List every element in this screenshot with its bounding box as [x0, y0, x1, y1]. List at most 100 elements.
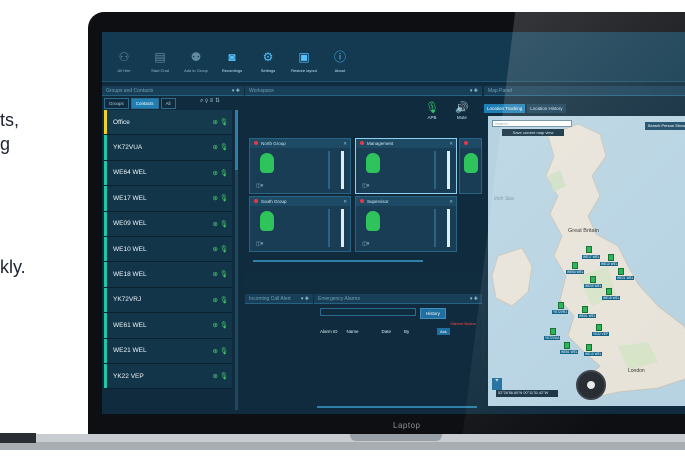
toolbar-button-start-chat[interactable]: ▤ Start Chat: [144, 50, 176, 73]
volume-slider[interactable]: [447, 209, 450, 247]
list-item[interactable]: WE09 WEL ⊕ 🎙: [104, 211, 232, 237]
volume-slider[interactable]: [447, 151, 450, 189]
talkgroup-tile[interactable]: Supervisor ✕ ◫▾: [355, 196, 457, 252]
list-item[interactable]: YK22 VEP ⊕ 🎙: [104, 363, 232, 390]
volume-slider[interactable]: [341, 151, 344, 189]
map-view[interactable]: Search Save current map view Search Pers…: [488, 116, 685, 406]
ack-button[interactable]: Ack: [437, 328, 450, 335]
talkgroup-tile[interactable]: South Group ✕ ◫▾: [249, 196, 351, 252]
mic-icon[interactable]: [464, 153, 478, 173]
status-bar: [104, 160, 107, 186]
map-navigation-control[interactable]: [576, 370, 606, 400]
vehicle-marker[interactable]: [586, 246, 592, 253]
list-item[interactable]: Office ⊕ 🎙: [104, 110, 232, 136]
tab-location-tracking[interactable]: Location Tracking: [484, 104, 526, 113]
locate-mic-icon[interactable]: ⊕ 🎙: [212, 169, 228, 177]
scrollbar-thumb[interactable]: [235, 110, 238, 170]
search-person-button[interactable]: Search Person Show Person: [644, 122, 685, 130]
volume-slider[interactable]: [341, 209, 344, 247]
tile-title: South Group: [261, 199, 287, 204]
list-item[interactable]: WE21 WEL ⊕ 🎙: [104, 338, 232, 364]
speaker-icon[interactable]: ◫▾: [362, 241, 369, 247]
panel-controls-icon[interactable]: ▾ ✚: [470, 294, 478, 304]
contact-name: WE18 WEL: [113, 271, 147, 279]
vehicle-marker[interactable]: [608, 254, 614, 261]
locate-mic-icon[interactable]: ⊕ 🎙: [212, 118, 228, 126]
vehicle-marker[interactable]: [586, 344, 592, 351]
mic-icon[interactable]: [260, 211, 274, 231]
locate-mic-icon[interactable]: ⊕ 🎙: [212, 321, 228, 329]
mic-icon[interactable]: [366, 153, 380, 173]
vehicle-marker[interactable]: [550, 328, 556, 335]
locate-mic-icon[interactable]: ⊕ 🎙: [212, 143, 228, 151]
tile-title: North Group: [261, 141, 286, 146]
locate-mic-icon[interactable]: ⊕ 🎙: [212, 296, 228, 304]
vehicle-marker[interactable]: [590, 276, 596, 283]
talkgroup-tile[interactable]: North Group ✕ ◫▾: [249, 138, 351, 194]
list-item[interactable]: YK72VUA ⊕ 🎙: [104, 135, 232, 161]
toolbar-button-settings[interactable]: ⚙ Settings: [252, 50, 284, 73]
mic-icon[interactable]: [260, 153, 274, 173]
speaker-icon[interactable]: ◫▾: [362, 183, 369, 189]
toolbar-button-add-to-group[interactable]: ⚉ Add to Group: [180, 50, 212, 73]
panel-controls-icon[interactable]: ▾ ✚: [232, 86, 240, 96]
close-icon[interactable]: ✕: [449, 197, 453, 206]
gear-icon: ⚙: [262, 50, 274, 64]
laptop-label: Laptop: [393, 421, 421, 430]
map-search-input[interactable]: Search: [492, 120, 572, 127]
speaker-icon[interactable]: ◫▾: [256, 241, 263, 247]
list-item[interactable]: WE10 WEL ⊕ 🎙: [104, 236, 232, 263]
column-header: Name: [346, 329, 359, 334]
toolbar-button-all-hire[interactable]: ⚇ All Hire: [108, 50, 140, 73]
contacts-scrollbar[interactable]: [235, 110, 238, 410]
talkgroup-tile[interactable]: Management ✕ ◫▾: [355, 138, 457, 194]
toolbar-button-recordings[interactable]: ◙ Recordings: [216, 50, 248, 73]
navigation-center[interactable]: [587, 381, 595, 389]
tab-location-history[interactable]: Location History: [527, 104, 566, 113]
toolbar-button-restore-layout[interactable]: ▣ Restore layout: [288, 50, 320, 73]
list-item[interactable]: WE64 WEL ⊕ 🎙: [104, 160, 232, 187]
tab-groups[interactable]: Groups: [104, 98, 129, 109]
locate-mic-icon[interactable]: ⊕ 🎙: [212, 220, 228, 228]
locate-mic-icon[interactable]: ⊕ 🎙: [212, 194, 228, 202]
toolbar-button-about[interactable]: ⓘ About: [324, 50, 356, 73]
tab-contacts[interactable]: Contacts: [130, 98, 159, 109]
save-map-view-button[interactable]: Save current map view: [502, 129, 564, 136]
apb-button[interactable]: 🎙 APB: [425, 102, 439, 120]
marker-label: WE64 WEL: [566, 270, 585, 274]
vehicle-marker[interactable]: [606, 288, 612, 295]
silence-button[interactable]: Silence Button: [450, 321, 476, 326]
workspace-scrollbar[interactable]: [253, 260, 423, 262]
vehicle-marker[interactable]: [618, 268, 624, 275]
alarms-scrollbar[interactable]: [317, 406, 477, 408]
vehicle-marker[interactable]: [582, 306, 588, 313]
locate-mic-icon[interactable]: ⊕ 🎙: [212, 245, 228, 253]
panel-controls-icon[interactable]: ▾ ✚: [470, 86, 478, 96]
list-item[interactable]: YK72VRJ ⊕ 🎙: [104, 287, 232, 314]
vehicle-marker[interactable]: [558, 302, 564, 309]
history-button[interactable]: History: [420, 308, 447, 319]
close-icon[interactable]: ✕: [343, 197, 347, 206]
close-icon[interactable]: ✕: [343, 139, 347, 148]
speaker-icon[interactable]: ◫▾: [256, 183, 263, 189]
vehicle-marker[interactable]: [596, 324, 602, 331]
talkgroup-tile-partial[interactable]: [459, 138, 482, 194]
list-item[interactable]: WE61 WEL ⊕ 🎙: [104, 313, 232, 339]
mic-icon[interactable]: [366, 211, 380, 231]
locate-mic-icon[interactable]: ⊕ 🎙: [212, 347, 228, 355]
locate-mic-icon[interactable]: ⊕ 🎙: [212, 372, 228, 380]
pin-icon[interactable]: ⌖: [492, 378, 502, 390]
toolbar-label: Restore layout: [291, 68, 317, 73]
locate-mic-icon[interactable]: ⊕ 🎙: [212, 270, 228, 278]
status-bar: [104, 262, 107, 287]
list-item[interactable]: WE18 WEL ⊕ 🎙: [104, 262, 232, 288]
vehicle-marker[interactable]: [572, 262, 578, 269]
alarm-filter-field[interactable]: [320, 308, 416, 316]
mute-button[interactable]: 🔊 Mute: [455, 102, 469, 120]
tab-all[interactable]: All: [160, 98, 176, 109]
vehicle-marker[interactable]: [564, 342, 570, 349]
panel-controls-icon[interactable]: ▾ ✚: [301, 294, 309, 304]
search-filter-icons[interactable]: ⌕ ⚲ ≡ ⇅: [200, 98, 220, 105]
list-item[interactable]: WE17 WEL ⊕ 🎙: [104, 186, 232, 212]
close-icon[interactable]: ✕: [449, 139, 453, 148]
